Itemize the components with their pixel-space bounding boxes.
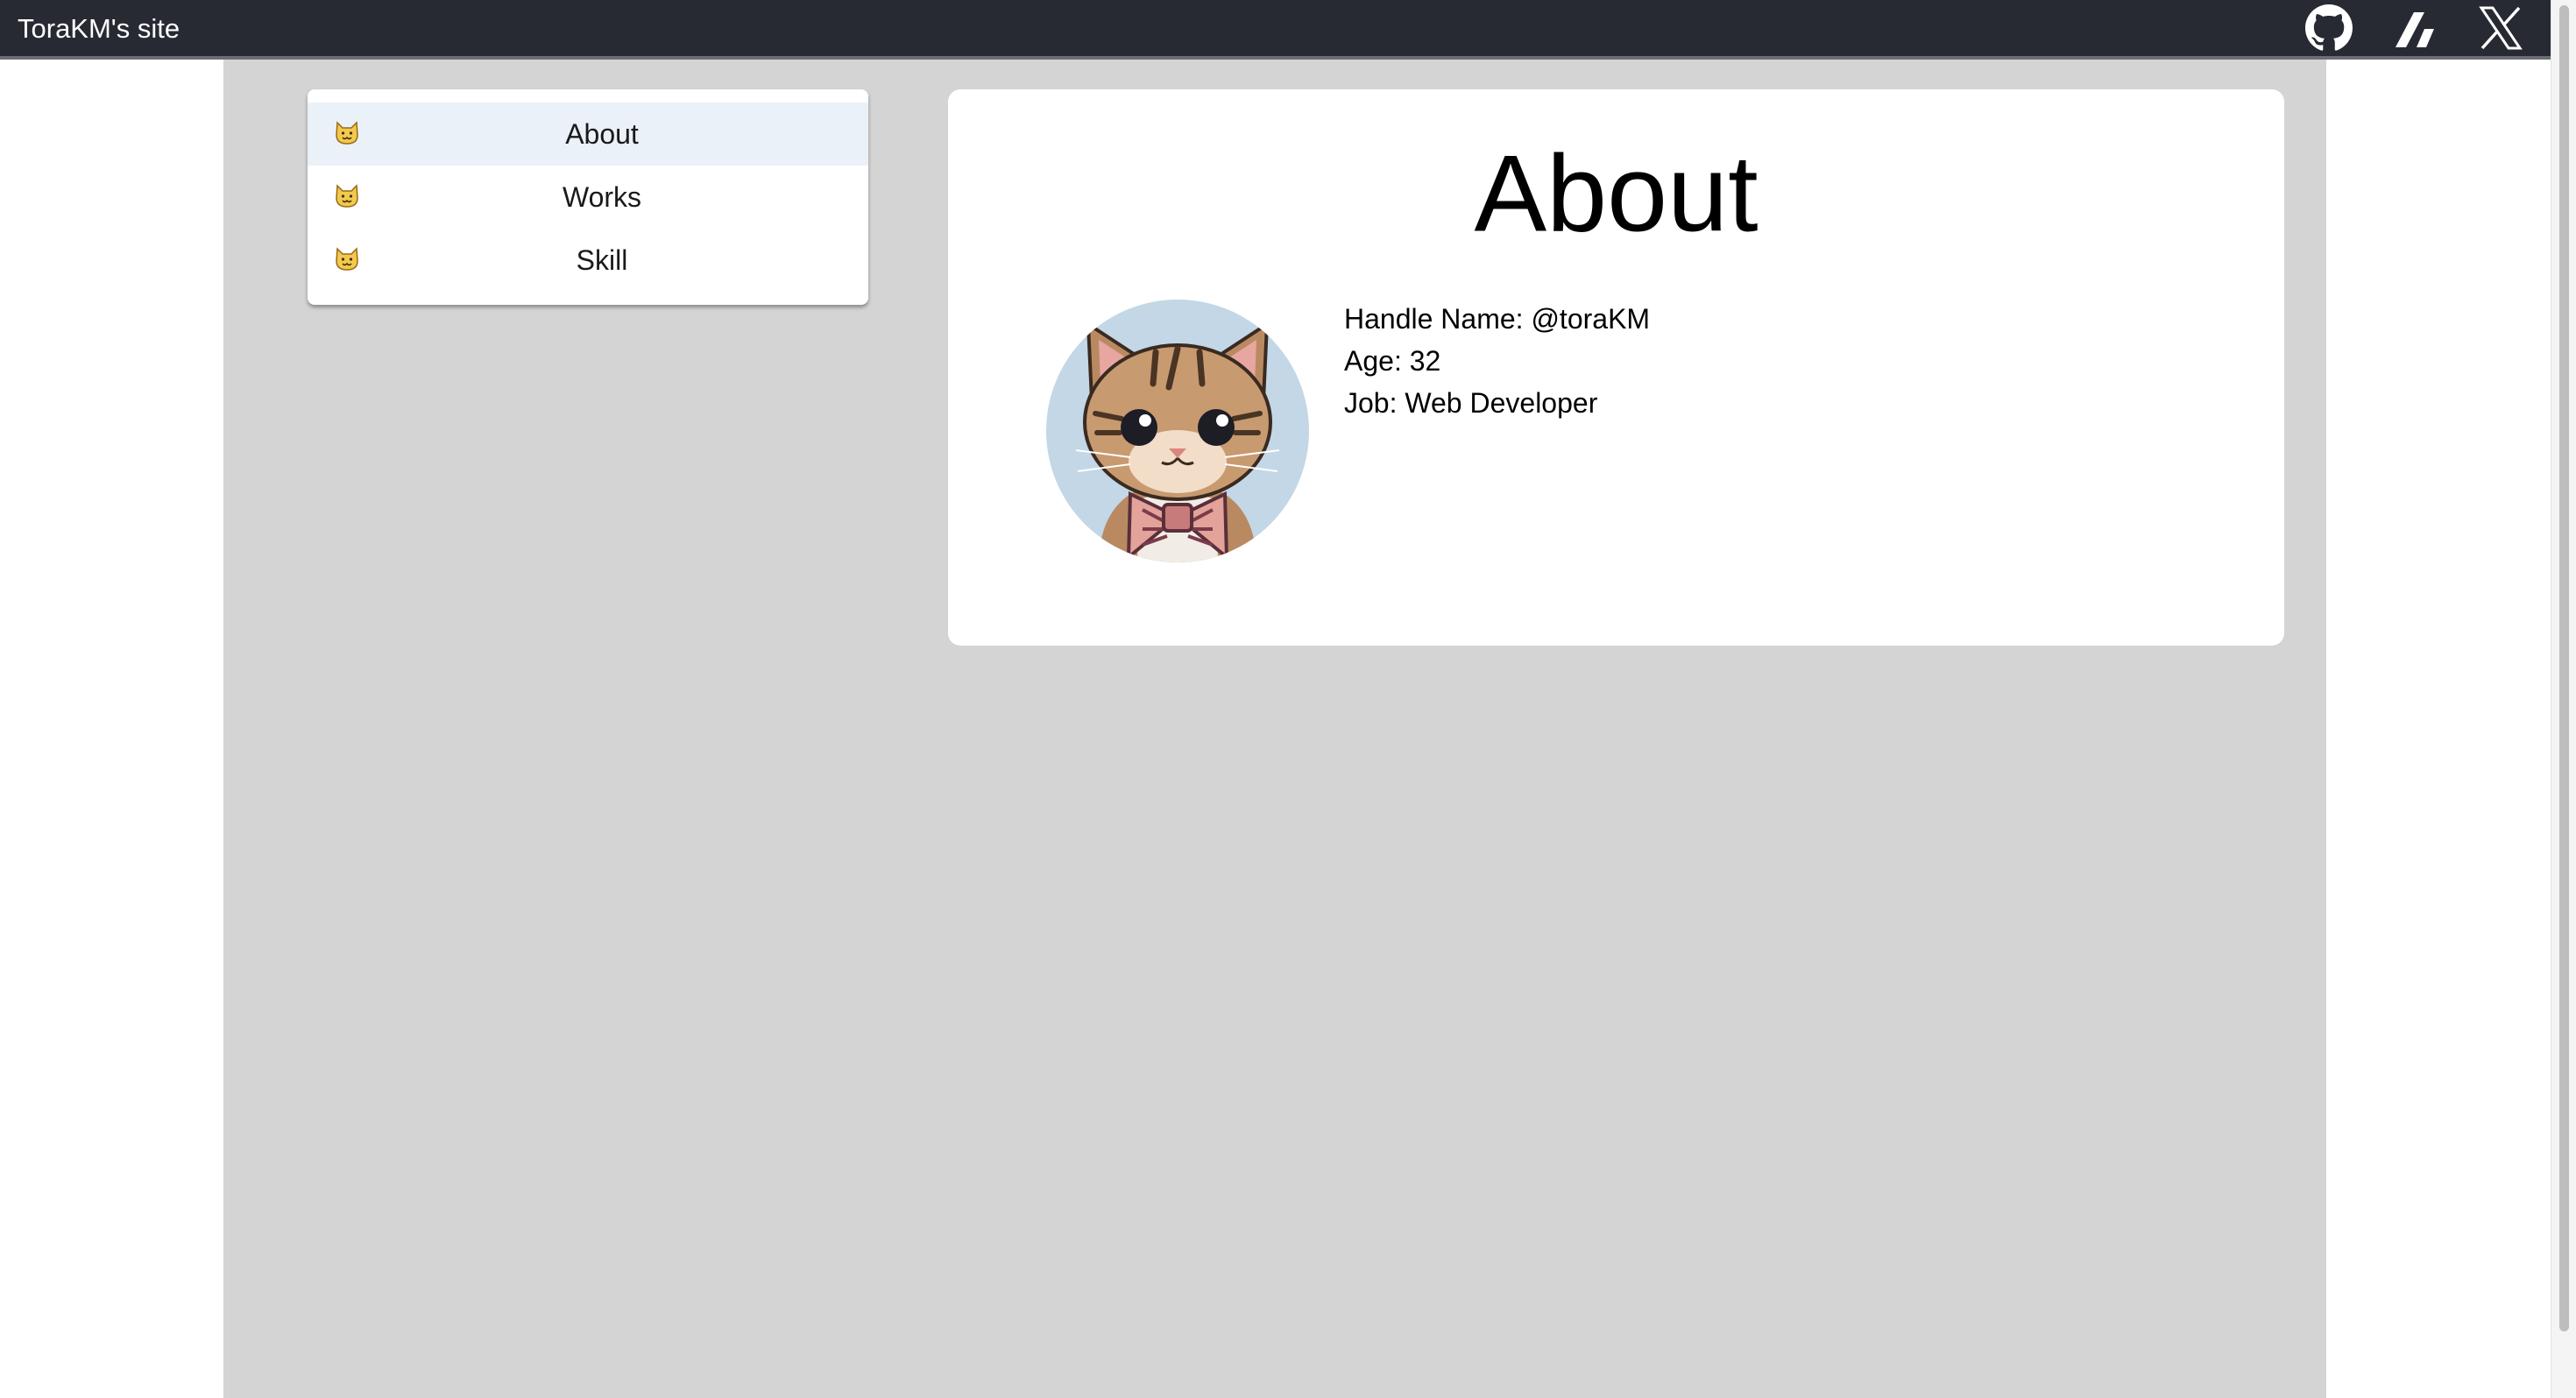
profile-details: Handle Name: @toraKM Age: 32 Job: Web De… (1344, 298, 1650, 424)
github-link[interactable] (2304, 4, 2353, 53)
x-link[interactable] (2476, 4, 2525, 53)
page-scrollbar[interactable] (2551, 0, 2576, 1398)
about-card: About Handle Name: @toraKM Age: 32 Job: … (948, 89, 2284, 646)
menu-label-skill: Skill (576, 244, 628, 276)
menu-item-about[interactable]: About (308, 102, 868, 166)
top-navigation-bar: ToraKM's site (0, 0, 2551, 60)
x-icon (2479, 6, 2523, 50)
age: Age: 32 (1344, 345, 1441, 377)
menu-item-works[interactable]: Works (308, 166, 868, 229)
kitten-avatar-image (1075, 321, 1280, 562)
menu-label-about: About (565, 117, 639, 150)
main-area: About Works Skill About Handle Name: @to… (223, 60, 2326, 1398)
avatar (1046, 300, 1309, 562)
scrollbar-thumb[interactable] (2559, 5, 2569, 1331)
cat-face-icon (336, 121, 358, 145)
menu-label-works: Works (562, 180, 642, 213)
zenn-link[interactable] (2390, 4, 2439, 53)
cat-face-icon (336, 247, 358, 271)
github-icon (2305, 4, 2353, 51)
zenn-icon (2396, 12, 2434, 47)
cat-face-icon (336, 184, 358, 208)
side-menu: About Works Skill (308, 89, 868, 305)
social-links (2304, 0, 2525, 56)
page-title: About (1474, 133, 1759, 255)
handle-name: Handle Name: @toraKM (1344, 303, 1651, 335)
site-title-link[interactable]: ToraKM's site (18, 0, 180, 56)
menu-item-skill[interactable]: Skill (308, 229, 868, 292)
job: Job: Web Developer (1344, 387, 1598, 419)
